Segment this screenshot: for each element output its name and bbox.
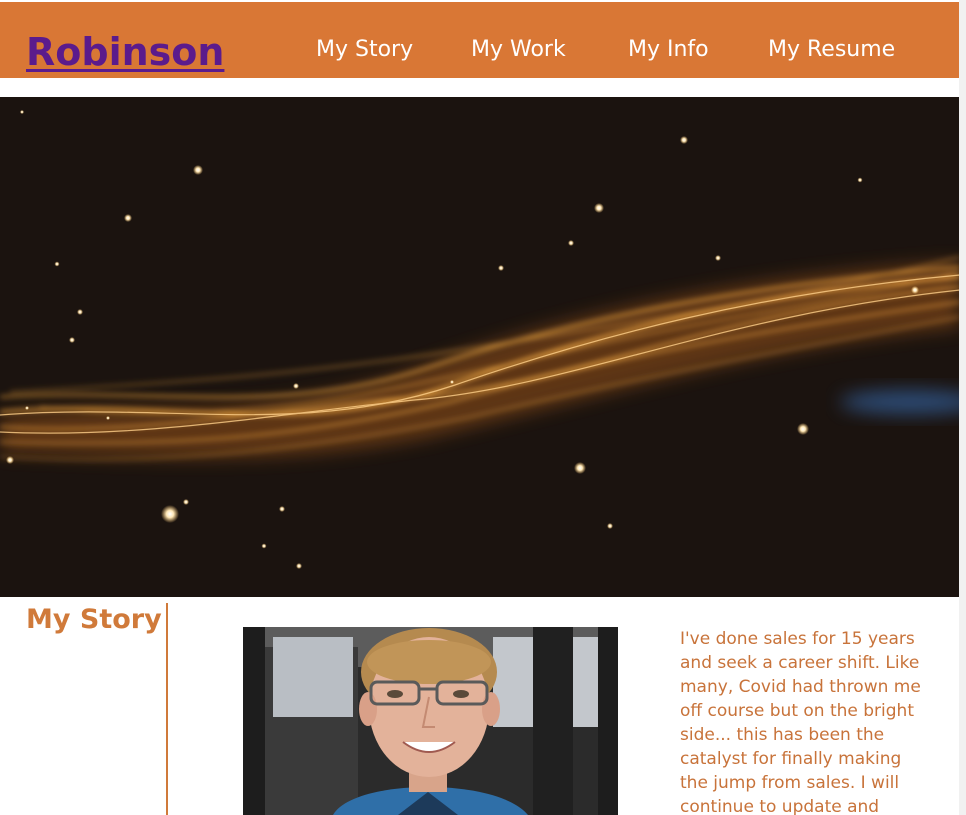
story-line: many, Covid had thrown me	[680, 677, 921, 697]
nav-my-info[interactable]: My Info	[628, 35, 709, 65]
story-line: and seek a career shift. Like	[680, 653, 920, 673]
profile-photo	[243, 627, 618, 815]
story-line: off course but on the bright	[680, 701, 914, 721]
nav-my-work[interactable]: My Work	[471, 35, 566, 65]
story-line: continue to update and	[680, 797, 880, 815]
brand-logo-link[interactable]: Robinson	[26, 30, 224, 74]
hero-banner-image	[0, 97, 960, 597]
story-line: the jump from sales. I will	[680, 773, 900, 793]
page: Robinson My Story My Work My Info My Res…	[0, 0, 966, 815]
story-line: catalyst for finally making	[680, 749, 902, 769]
site-header: Robinson My Story My Work My Info My Res…	[0, 2, 959, 78]
nav-my-story[interactable]: My Story	[316, 35, 413, 65]
story-divider	[166, 603, 168, 815]
story-line: side... this has been the	[680, 725, 885, 745]
story-line: I've done sales for 15 years	[680, 629, 915, 649]
story-heading: My Story	[26, 604, 162, 635]
nav-my-resume[interactable]: My Resume	[768, 35, 895, 65]
story-paragraph: I've done sales for 15 years and seek a …	[680, 627, 921, 815]
page-scrollbar[interactable]	[959, 0, 966, 815]
